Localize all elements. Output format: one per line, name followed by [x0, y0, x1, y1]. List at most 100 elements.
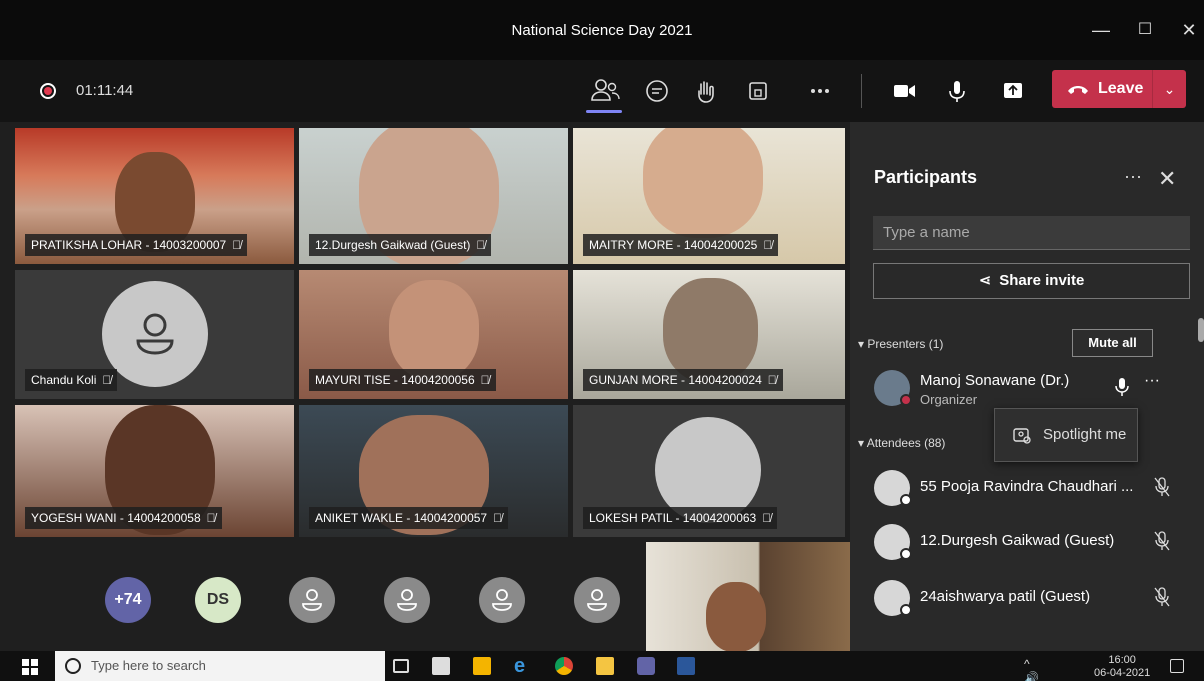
phone-hangup-icon	[1068, 86, 1088, 94]
participant-initials-avatar[interactable]: DS	[195, 577, 241, 623]
muted-mic-icon: 🎙̸	[762, 511, 772, 525]
toolbar-divider	[861, 74, 862, 108]
panel-more-icon[interactable]: ···	[1124, 166, 1142, 187]
video-tile[interactable]: 12.Durgesh Gaikwad (Guest) 🎙̸	[299, 128, 568, 264]
meeting-timer: 01:11:44	[76, 82, 134, 99]
video-tile[interactable]: ANIKET WAKLE - 14004200057 🎙̸	[299, 405, 568, 537]
file-explorer-icon[interactable]	[596, 657, 614, 675]
person-icon	[136, 313, 174, 355]
video-tile[interactable]: GUNJAN MORE - 14004200024 🎙̸	[573, 270, 845, 399]
raise-hand-icon[interactable]	[690, 74, 724, 108]
leave-button[interactable]: Leave	[1052, 70, 1152, 108]
minimize-button[interactable]: —	[1086, 18, 1116, 42]
self-view-video[interactable]	[646, 542, 850, 651]
mail-icon[interactable]	[432, 657, 450, 675]
muted-mic-icon	[1154, 477, 1170, 502]
voice-search-icon[interactable]	[352, 657, 370, 675]
share-screen-icon[interactable]	[996, 74, 1030, 108]
muted-mic-icon	[1154, 587, 1170, 612]
notifications-icon[interactable]	[1170, 659, 1184, 673]
microphone-icon[interactable]	[940, 74, 974, 108]
participant-video	[706, 582, 766, 651]
muted-mic-icon: 🎙̸	[763, 238, 773, 252]
muted-mic-icon: 🎙̸	[493, 511, 503, 525]
maximize-button[interactable]: ☐	[1130, 18, 1160, 42]
more-actions-icon[interactable]	[803, 74, 837, 108]
participant-search-input[interactable]: Type a name	[873, 216, 1190, 250]
participant-name-label: YOGESH WANI - 14004200058 🎙̸	[25, 507, 222, 529]
taskbar-search-input[interactable]: Type here to search	[55, 651, 385, 681]
participant-name-label: LOKESH PATIL - 14004200063 🎙̸	[583, 507, 778, 529]
panel-title: Participants	[874, 167, 978, 187]
participant-row[interactable]: 55 Pooja Ravindra Chaudhari ...	[874, 468, 1194, 508]
task-view-icon[interactable]	[393, 659, 409, 673]
video-tile[interactable]: PRATIKSHA LOHAR - 14003200007 🎙̸	[15, 128, 294, 264]
spotlight-me-menu-item[interactable]: Spotlight me	[994, 408, 1138, 462]
video-tile[interactable]: Chandu Koli 🎙̸	[15, 270, 294, 399]
windows-start-icon[interactable]	[22, 659, 38, 675]
participant-more-icon[interactable]: ···	[1144, 372, 1160, 390]
participant-name: Manoj Sonawane (Dr.)	[920, 372, 1070, 389]
participant-video	[663, 278, 758, 383]
word-icon[interactable]	[677, 657, 695, 675]
share-invite-button[interactable]: ⋖ Share invite	[873, 263, 1190, 299]
person-icon	[492, 589, 512, 611]
edge-icon[interactable]: e	[514, 656, 532, 676]
status-icon	[900, 494, 912, 506]
overflow-participants-count[interactable]: +74	[105, 577, 151, 623]
taskbar-clock[interactable]: 16:00 06-04-2021	[1094, 654, 1150, 680]
participant-name: 12.Durgesh Gaikwad (Guest)	[920, 532, 1115, 549]
video-tile[interactable]: MAITRY MORE - 14004200025 🎙̸	[573, 128, 845, 264]
leave-options-chevron-icon[interactable]: ⌄	[1152, 70, 1186, 108]
participant-name-label: MAITRY MORE - 14004200025 🎙̸	[583, 234, 779, 256]
panel-scrollbar[interactable]	[1198, 318, 1204, 342]
chat-icon[interactable]	[640, 74, 674, 108]
breakout-rooms-icon[interactable]	[741, 74, 775, 108]
participant-name: 24aishwarya patil (Guest)	[920, 588, 1091, 605]
video-tile[interactable]: MAYURI TISE - 14004200056 🎙̸	[299, 270, 568, 399]
busy-status-icon	[900, 394, 912, 406]
person-icon	[397, 589, 417, 611]
video-stage: PRATIKSHA LOHAR - 14003200007 🎙̸ 12.Durge…	[0, 122, 850, 651]
recording-icon	[40, 83, 56, 99]
person-icon	[302, 589, 322, 611]
avatar[interactable]	[289, 577, 335, 623]
close-window-button[interactable]: ✕	[1174, 18, 1204, 42]
muted-mic-icon	[1154, 531, 1170, 556]
participant-row[interactable]: 12.Durgesh Gaikwad (Guest)	[874, 522, 1194, 562]
person-icon	[587, 589, 607, 611]
chrome-icon[interactable]	[555, 657, 573, 675]
window-title-bar: National Science Day 2021 — ☐ ✕	[0, 0, 1204, 60]
presenters-section-header[interactable]: ▾ Presenters (1)	[858, 337, 943, 351]
camera-icon[interactable]	[887, 74, 921, 108]
microphone-icon	[1114, 377, 1130, 402]
participant-name-label: MAYURI TISE - 14004200056 🎙̸	[309, 369, 496, 391]
active-tab-indicator	[586, 110, 622, 113]
muted-mic-icon: 🎙̸	[767, 373, 777, 387]
mute-all-button[interactable]: Mute all	[1072, 329, 1153, 357]
video-tile[interactable]: LOKESH PATIL - 14004200063 🎙̸	[573, 405, 845, 537]
teams-icon[interactable]	[637, 657, 655, 675]
participant-video	[643, 128, 763, 238]
collapse-chevron-icon: ▾	[858, 436, 867, 450]
participants-icon[interactable]	[588, 74, 622, 108]
muted-mic-icon: 🎙̸	[102, 373, 112, 387]
system-tray-icons[interactable]: ^ 🔊	[1024, 657, 1042, 681]
muted-mic-icon: 🎙̸	[476, 238, 486, 252]
muted-mic-icon: 🎙̸	[232, 238, 242, 252]
participant-row-presenter[interactable]: Manoj Sonawane (Dr.) Organizer ···	[874, 368, 1194, 408]
attendees-section-header[interactable]: ▾ Attendees (88)	[858, 436, 945, 450]
avatar[interactable]	[384, 577, 430, 623]
participant-name-label: PRATIKSHA LOHAR - 14003200007 🎙̸	[25, 234, 248, 256]
panel-close-icon[interactable]: ✕	[1158, 166, 1176, 192]
collapse-chevron-icon: ▾	[858, 337, 868, 351]
participant-row[interactable]: 24aishwarya patil (Guest)	[874, 578, 1194, 618]
status-icon	[900, 604, 912, 616]
avatar[interactable]	[479, 577, 525, 623]
status-icon	[900, 548, 912, 560]
avatar[interactable]	[574, 577, 620, 623]
leave-label: Leave	[1098, 80, 1144, 97]
store-icon[interactable]	[473, 657, 491, 675]
video-tile[interactable]: YOGESH WANI - 14004200058 🎙̸	[15, 405, 294, 537]
muted-mic-icon: 🎙̸	[480, 373, 490, 387]
